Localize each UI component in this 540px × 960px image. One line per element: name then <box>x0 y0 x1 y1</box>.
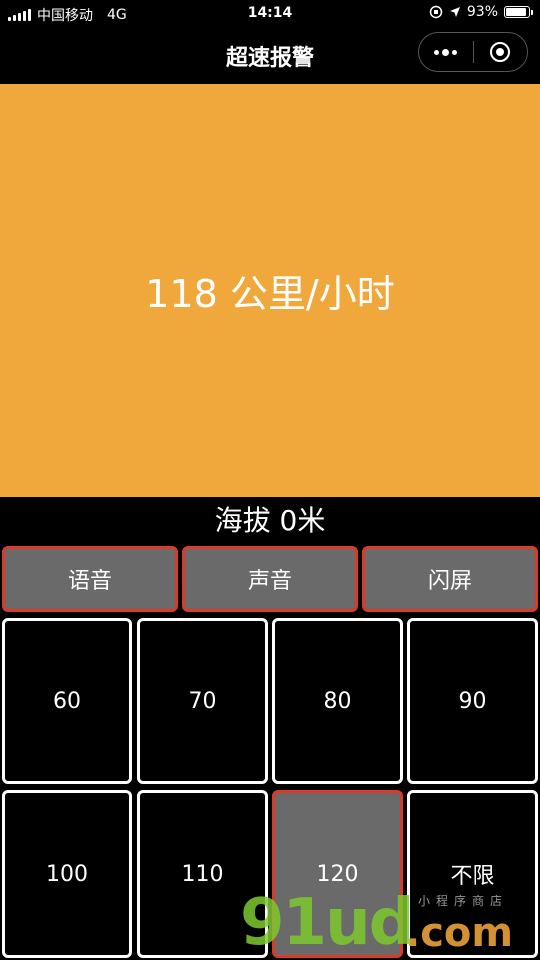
close-mini-program-button[interactable] <box>474 33 528 71</box>
battery-icon <box>504 6 533 18</box>
nav-bar: 超速报警 <box>0 28 540 82</box>
limit-110-button[interactable]: 110 <box>137 790 268 958</box>
speed-limit-grid: 60 70 80 90 100 110 120 不限 <box>0 616 540 960</box>
orientation-lock-icon <box>429 5 443 19</box>
status-bar: 中国移动 4G 14:14 93% <box>0 0 540 28</box>
limit-60-button[interactable]: 60 <box>2 618 132 784</box>
speed-panel: 118 公里/小时 <box>0 84 540 497</box>
close-target-icon <box>490 42 511 62</box>
alert-mode-row: 语音 声音 闪屏 <box>0 546 540 612</box>
status-right: 93% <box>429 4 533 20</box>
location-arrow-icon <box>449 7 460 17</box>
speed-readout: 118 公里/小时 <box>145 272 395 316</box>
more-dots-icon <box>434 48 458 56</box>
mini-program-capsule <box>418 32 528 72</box>
limit-120-button[interactable]: 120 <box>272 790 403 958</box>
limit-70-button[interactable]: 70 <box>137 618 268 784</box>
altitude-readout: 海拔 0米 <box>214 504 326 537</box>
limit-100-button[interactable]: 100 <box>2 790 132 958</box>
limit-unlimited-button[interactable]: 不限 <box>407 790 538 958</box>
limit-90-button[interactable]: 90 <box>407 618 538 784</box>
more-button[interactable] <box>419 33 473 71</box>
limit-80-button[interactable]: 80 <box>272 618 403 784</box>
voice-mode-button[interactable]: 语音 <box>2 546 178 612</box>
flash-mode-button[interactable]: 闪屏 <box>362 546 538 612</box>
sound-mode-button[interactable]: 声音 <box>182 546 358 612</box>
battery-percent: 93% <box>466 4 498 20</box>
